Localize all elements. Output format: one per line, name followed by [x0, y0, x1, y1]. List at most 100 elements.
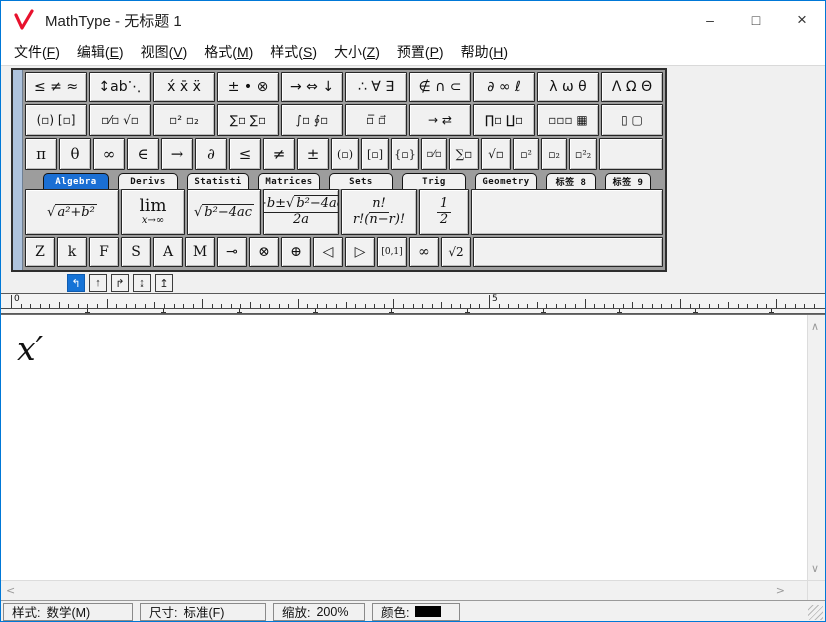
tab-geometry[interactable]: Geometry — [475, 173, 537, 189]
circled-plus-button[interactable]: ⊕ — [281, 237, 311, 267]
sqrt-a2-b2-button[interactable]: √a²+b² — [25, 189, 119, 235]
subsup-template-button[interactable]: ▫²₂ — [569, 138, 597, 170]
subscript-template-button[interactable]: ▫₂ — [541, 138, 567, 170]
subscript-superscript-templates-palette[interactable]: ▫² ▫₂ — [153, 104, 215, 136]
tab-left-align-button[interactable]: ↰ — [67, 274, 85, 292]
tab-stop-marker[interactable] — [85, 309, 90, 313]
combination-formula-button[interactable]: n!r!(n−r)! — [341, 189, 417, 235]
theta-button[interactable]: θ — [59, 138, 91, 170]
status-color-field[interactable]: 颜色: — [372, 603, 460, 621]
tab-sets[interactable]: Sets — [329, 173, 393, 189]
set-theory-palette[interactable]: ∉ ∩ ⊂ — [409, 72, 471, 102]
tab-statistics[interactable]: Statisti — [187, 173, 249, 189]
fraction-radical-templates-palette[interactable]: ▫⁄▫ √▫ — [89, 104, 151, 136]
matrix-templates-palette[interactable]: ▫▫▫ ▦ — [537, 104, 599, 136]
less-equal-button[interactable]: ≤ — [229, 138, 261, 170]
menu-item[interactable]: 大小(Z) — [334, 42, 380, 62]
scroll-up-icon[interactable]: ∧ — [811, 321, 819, 332]
logic-symbols-palette[interactable]: ∴ ∀ ∃ — [345, 72, 407, 102]
menu-item[interactable]: 帮助(H) — [461, 42, 508, 62]
menu-item[interactable]: 样式(S) — [270, 42, 317, 62]
tab-9[interactable]: 标签 9 — [605, 173, 651, 189]
operator-symbols-palette[interactable]: ± • ⊗ — [217, 72, 279, 102]
relational-symbols-palette[interactable]: ≤ ≠ ≈ — [25, 72, 87, 102]
tab-center-align-button[interactable]: ↑ — [89, 274, 107, 292]
not-equal-button[interactable]: ≠ — [263, 138, 295, 170]
script-s-button[interactable]: S — [121, 237, 151, 267]
pi-button[interactable]: π — [25, 138, 57, 170]
greek-lowercase-palette[interactable]: λ ω θ — [537, 72, 599, 102]
tab-stop-marker[interactable] — [161, 309, 166, 313]
sqrt-template-button[interactable]: √▫ — [481, 138, 511, 170]
status-zoom-field[interactable]: 缩放:200% — [273, 603, 365, 621]
ruler[interactable]: 05 — [1, 293, 825, 314]
equation-editor-area[interactable]: x′ — [1, 315, 807, 580]
quadratic-formula-button[interactable]: −b±√b²−4ac 2a — [263, 189, 339, 235]
scroll-down-icon[interactable]: ∨ — [811, 563, 819, 574]
tab-decimal-align-button[interactable]: ↥ — [155, 274, 173, 292]
tab-stop-marker[interactable] — [465, 309, 470, 313]
status-size-field[interactable]: 尺寸:标准(F) — [140, 603, 266, 621]
brace-template-button[interactable]: {▫} — [391, 138, 419, 170]
tab-stop-marker[interactable] — [769, 309, 774, 313]
right-arrow-button[interactable]: → — [161, 138, 193, 170]
fence-templates-palette[interactable]: (▫) [▫] — [25, 104, 87, 136]
multimap-button[interactable]: ⊸ — [217, 237, 247, 267]
blackboard-z-button[interactable]: Z — [25, 237, 55, 267]
menu-item[interactable]: 文件(F) — [14, 42, 60, 62]
infinity-symbol-button[interactable]: ∞ — [409, 237, 439, 267]
summation-templates-palette[interactable]: ∑▫ ∑▫ — [217, 104, 279, 136]
horizontal-scrollbar[interactable]: < > — [1, 580, 807, 601]
circled-times-button[interactable]: ⊗ — [249, 237, 279, 267]
underbar-overbar-templates-palette[interactable]: ▫̅ ▫⃗ — [345, 104, 407, 136]
infinity-button[interactable]: ∞ — [93, 138, 125, 170]
interval-01-button[interactable]: [0,1] — [377, 237, 407, 267]
product-templates-palette[interactable]: ∏▫ ∐▫ — [473, 104, 535, 136]
tab-stop-marker[interactable] — [237, 309, 242, 313]
superscript-template-button[interactable]: ▫² — [513, 138, 539, 170]
tab-trig[interactable]: Trig — [402, 173, 466, 189]
triangle-right-button[interactable]: ▷ — [345, 237, 375, 267]
blackboard-k-button[interactable]: k — [57, 237, 87, 267]
embellishments-palette[interactable]: x́ x̄ ẍ — [153, 72, 215, 102]
sqrt-discriminant-button[interactable]: √b²−4ac — [187, 189, 261, 235]
tab-8[interactable]: 标签 8 — [546, 173, 596, 189]
blackboard-f-button[interactable]: F — [89, 237, 119, 267]
fraktur-a-button[interactable]: A — [153, 237, 183, 267]
close-button[interactable]: × — [779, 1, 825, 39]
tab-derivs[interactable]: Derivs — [118, 173, 178, 189]
mathtype-logo-icon[interactable] — [13, 9, 35, 31]
scroll-left-icon[interactable]: < — [6, 585, 15, 596]
misc-symbols-palette[interactable]: ∂ ∞ ℓ — [473, 72, 535, 102]
tab-stop-marker[interactable] — [693, 309, 698, 313]
limit-button[interactable]: limx→∞ — [121, 189, 185, 235]
menu-item[interactable]: 格式(M) — [204, 42, 253, 62]
partial-button[interactable]: ∂ — [195, 138, 227, 170]
vertical-scrollbar[interactable]: ∧ ∨ — [807, 315, 825, 580]
bracket-template-button[interactable]: [▫] — [361, 138, 389, 170]
palette-grab-handle[interactable] — [13, 70, 23, 270]
sqrt-2-button[interactable]: √2 — [441, 237, 471, 267]
labeled-arrow-templates-palette[interactable]: → ⇄ — [409, 104, 471, 136]
tab-stop-marker[interactable] — [313, 309, 318, 313]
menu-item[interactable]: 视图(V) — [141, 42, 188, 62]
arrow-symbols-palette[interactable]: → ⇔ ↓ — [281, 72, 343, 102]
integral-templates-palette[interactable]: ∫▫ ∮▫ — [281, 104, 343, 136]
paren-template-button[interactable]: (▫) — [331, 138, 359, 170]
greek-uppercase-palette[interactable]: Λ Ω Θ — [601, 72, 663, 102]
fraktur-m-button[interactable]: M — [185, 237, 215, 267]
tab-stop-marker[interactable] — [541, 309, 546, 313]
status-style-field[interactable]: 样式:数学(M) — [3, 603, 133, 621]
tab-algebra[interactable]: Algebra — [43, 173, 109, 189]
maximize-button[interactable]: □ — [733, 1, 779, 39]
fraction-template-button[interactable]: ▫⁄▫ — [421, 138, 447, 170]
minimize-button[interactable]: – — [687, 1, 733, 39]
resize-grip[interactable] — [808, 605, 823, 620]
element-of-button[interactable]: ∈ — [127, 138, 159, 170]
one-half-button[interactable]: 12 — [419, 189, 469, 235]
triangle-left-button[interactable]: ◁ — [313, 237, 343, 267]
scroll-right-icon[interactable]: > — [776, 585, 785, 596]
sum-template-button[interactable]: ∑▫ — [449, 138, 479, 170]
box-templates-palette[interactable]: ▯ ▢ — [601, 104, 663, 136]
menu-item[interactable]: 编辑(E) — [77, 42, 124, 62]
